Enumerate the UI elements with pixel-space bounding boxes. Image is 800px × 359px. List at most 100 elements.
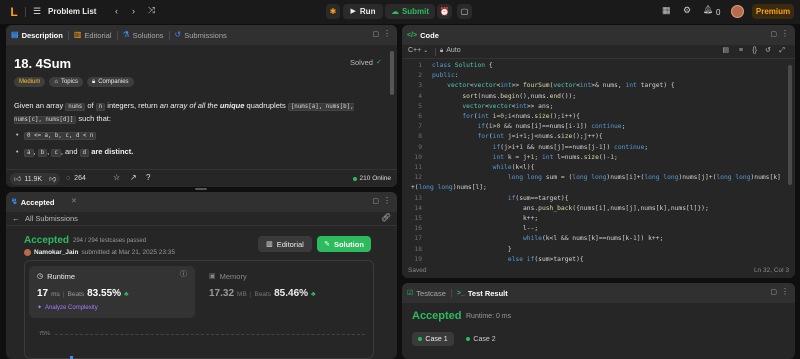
format-icon[interactable]: ≡ — [739, 47, 743, 54]
next-problem-icon[interactable]: › — [132, 7, 135, 16]
tab-accepted-label: Accepted — [20, 197, 55, 207]
runtime-header: ◷ Runtime — [37, 272, 75, 281]
maximize-icon[interactable]: ▢ — [770, 31, 777, 38]
line-number: 18 — [414, 245, 422, 253]
divider — [435, 48, 436, 56]
braces-icon[interactable]: {} — [752, 47, 757, 54]
line-number: 17 — [414, 235, 422, 243]
help-icon[interactable]: ? — [146, 174, 150, 182]
code-content[interactable]: class Solution { public: vector<vector<i… — [411, 61, 782, 263]
tab-solutions[interactable]: ⚗ Solutions — [118, 25, 169, 45]
tab-editorial[interactable]: ▥ Editorial — [69, 25, 117, 45]
code-line: public: — [432, 72, 459, 80]
tab-testcase-label: Testcase — [416, 288, 446, 298]
tab-submissions-label: Submissions — [184, 30, 227, 40]
submit-button[interactable]: ☁ Submit — [385, 4, 435, 19]
prev-problem-icon[interactable]: ‹ — [115, 7, 118, 16]
language-select[interactable]: C++ ⌄ — [408, 47, 428, 54]
problem-list-icon[interactable]: ☰ — [33, 7, 41, 16]
code-line: class Solution { — [432, 62, 493, 69]
maximize-icon[interactable]: ▢ — [770, 289, 777, 296]
tab-description[interactable]: ▤ Description — [6, 25, 68, 45]
topics-badge[interactable]: ⌂ Topics — [49, 77, 83, 87]
intro-text: integers, return — [105, 101, 160, 110]
runtime-beats: 83.55% — [87, 288, 122, 299]
share-icon[interactable]: ↗ — [130, 174, 137, 182]
debug-button[interactable]: ✱ — [326, 4, 340, 19]
link-icon[interactable]: 🔗︎ — [381, 214, 391, 222]
leetcode-logo-icon[interactable]: L — [8, 5, 20, 19]
settings-icon[interactable]: ⚙ — [683, 6, 691, 15]
autocomplete-toggle[interactable]: 🔒︎ Auto — [440, 47, 461, 54]
language-value: C++ — [408, 47, 422, 54]
fullscreen-icon[interactable]: ⤢ — [779, 47, 785, 54]
close-tab-icon[interactable]: ✕ — [71, 198, 77, 205]
solution-button[interactable]: ✎ Solution — [317, 236, 371, 252]
maximize-icon[interactable]: ▢ — [372, 198, 379, 205]
star-icon[interactable]: ☆ — [113, 174, 120, 182]
tab-test-result[interactable]: >_ Test Result — [452, 283, 513, 303]
more-icon[interactable]: ⋮ — [781, 288, 789, 296]
premium-button[interactable]: Premium — [752, 4, 794, 19]
memory-beats: 85.46% — [274, 288, 309, 299]
beats-label: Beats — [67, 291, 85, 298]
reset-icon[interactable]: ↺ — [765, 47, 771, 54]
clock-icon: ◷ — [37, 273, 44, 280]
bullet-2-and: , and — [60, 147, 80, 156]
shuffle-icon[interactable]: ⤨ — [148, 6, 155, 15]
editorial-button[interactable]: ▥ Editorial — [258, 236, 312, 252]
submission-status: Accepted — [24, 235, 70, 246]
comments-button[interactable]: ◌ 264 — [66, 175, 86, 182]
cursor-position: Ln 32, Col 3 — [753, 267, 789, 274]
case-2-label: Case 2 — [473, 335, 496, 343]
scrollbar[interactable] — [390, 51, 394, 95]
info-icon[interactable]: ⓘ — [180, 271, 187, 278]
case-2-tab[interactable]: Case 2 — [460, 332, 502, 346]
back-to-submissions[interactable]: ← All Submissions — [12, 214, 78, 223]
description-tabbar: ▤ Description ▥ Editorial ⚗ Solutions ↺ … — [6, 25, 397, 45]
editor-scrollbar[interactable] — [788, 65, 792, 185]
analyze-complexity[interactable]: ✦ Analyze Complexity — [37, 305, 98, 311]
topics-label: Topics — [60, 79, 78, 85]
accepted-panel: ↯ Accepted ✕ ▢ ⋮ ← All Submissions 🔗︎ Ac… — [6, 192, 397, 359]
comment-count: 264 — [74, 175, 86, 182]
memory-card[interactable]: ▣ Memory 17.32 MB | Beats 85.46% ♣ — [203, 266, 369, 318]
code-editor[interactable]: 1 2 3 4 5 6 7 8 9 10 11 12 13 14 15 16 17 18 19 class Solu… — [402, 61, 795, 263]
tab-submissions[interactable]: ↺ Submissions — [170, 25, 232, 45]
avatar[interactable] — [731, 5, 744, 18]
more-icon[interactable]: ⋮ — [383, 197, 391, 205]
layout-icon[interactable]: ▦ — [662, 6, 671, 15]
runtime-card[interactable]: ◷ Runtime ⓘ 17 ms | Beats 83.55% ♣ ✦ Ana… — [29, 266, 195, 318]
case-1-tab[interactable]: Case 1 — [412, 332, 454, 346]
companies-badge[interactable]: 🔒︎ Companies — [86, 77, 134, 87]
tab-code[interactable]: </> Code — [402, 25, 444, 45]
bookmark-icon[interactable]: ▤ — [722, 47, 729, 54]
more-icon[interactable]: ⋮ — [383, 30, 391, 38]
case-status-dot — [418, 337, 423, 341]
code-line: while(k<l && nums[k]==nums[k-1]) k++; — [523, 235, 664, 243]
line-number: 5 — [418, 102, 422, 110]
tab-testcase[interactable]: ☑ Testcase — [402, 283, 451, 303]
submitter-name[interactable]: Namokar_Jain — [34, 249, 78, 256]
difficulty-badge: Medium — [14, 77, 46, 87]
thumbs-down-icon[interactable]: 👎︎ — [49, 176, 56, 183]
maximize-icon[interactable]: ▢ — [372, 31, 379, 38]
notes-button[interactable]: ▢ — [457, 4, 472, 19]
tag-row: Medium ⌂ Topics 🔒︎ Companies — [14, 77, 134, 87]
tab-accepted[interactable]: ↯ Accepted — [6, 192, 59, 212]
history-icon: ↺ — [174, 30, 182, 39]
like-button[interactable]: 👍︎ 11.9K 👎︎ — [10, 173, 61, 185]
more-icon[interactable]: ⋮ — [781, 30, 789, 38]
code-line: if(sum==target){ — [507, 194, 569, 202]
line-number: 10 — [414, 153, 422, 161]
resize-handle[interactable] — [195, 188, 207, 190]
run-button[interactable]: ▶ Run — [343, 4, 383, 19]
fire-icon[interactable]: ♨ — [705, 6, 713, 15]
problem-statement: Given an array nums of n integers, retur… — [14, 100, 384, 126]
play-icon: ▶ — [350, 8, 356, 15]
submit-label: Submit — [401, 7, 430, 16]
problem-list-link[interactable]: Problem List — [48, 7, 96, 16]
mode-label: Auto — [446, 47, 461, 54]
line-number: 3 — [418, 82, 422, 90]
timer-button[interactable]: ⏰ — [437, 4, 452, 19]
